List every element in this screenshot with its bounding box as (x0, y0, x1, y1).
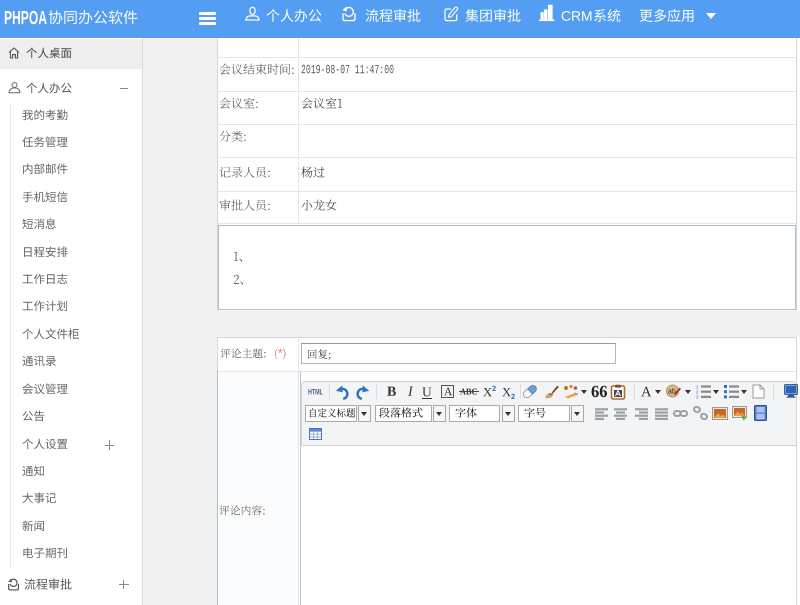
svg-text:ab: ab (668, 389, 676, 396)
svg-text:2: 2 (696, 390, 699, 395)
svg-text:3: 3 (696, 395, 699, 400)
svg-text:1: 1 (696, 385, 699, 390)
